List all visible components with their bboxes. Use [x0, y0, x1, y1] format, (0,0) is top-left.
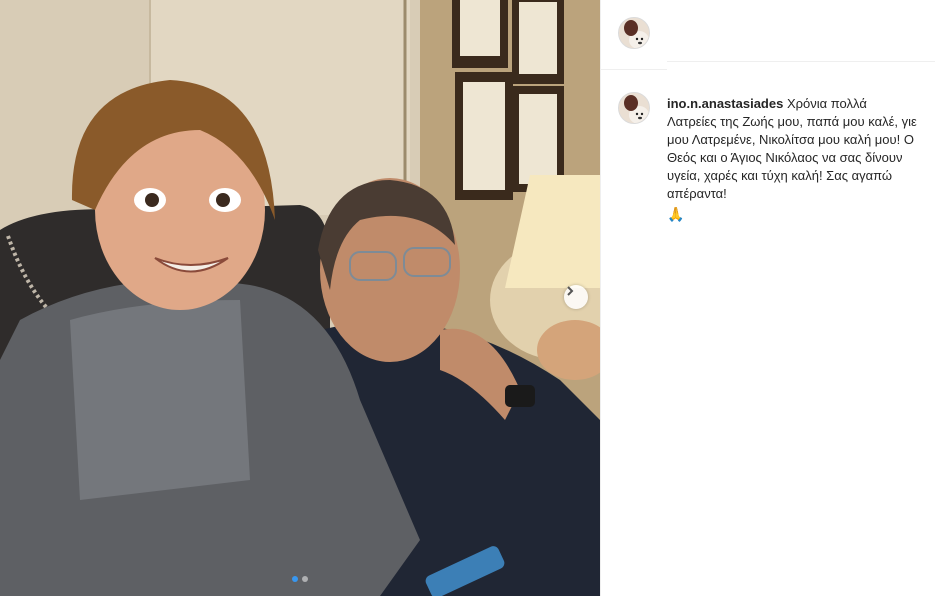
caption-username[interactable]: ino.n.anastasiades	[667, 96, 783, 111]
header-divider	[667, 61, 935, 62]
post-header	[601, 0, 667, 70]
carousel-dot-active	[292, 576, 298, 582]
photo-illustration	[0, 0, 600, 596]
caption-avatar[interactable]	[618, 92, 650, 124]
post-photo[interactable]	[0, 0, 600, 596]
caption-text: Χρόνια πολλά Λατρείες της Ζωής μου, παπά…	[667, 96, 917, 201]
chevron-right-icon	[567, 286, 574, 296]
post-caption: ino.n.anastasiades Χρόνια πολλά Λατρείες…	[667, 95, 917, 223]
picture-frames	[452, 0, 564, 200]
praying-hands-icon: 🙏	[667, 206, 685, 222]
carousel-indicator	[292, 576, 308, 582]
carousel-dot	[302, 576, 308, 582]
avatar[interactable]	[618, 17, 650, 49]
carousel-next-button[interactable]	[564, 285, 588, 309]
profile-dog-image	[619, 18, 649, 48]
post-side-panel: ino.n.anastasiades Χρόνια πολλά Λατρείες…	[600, 0, 935, 596]
profile-dog-image	[619, 93, 649, 123]
